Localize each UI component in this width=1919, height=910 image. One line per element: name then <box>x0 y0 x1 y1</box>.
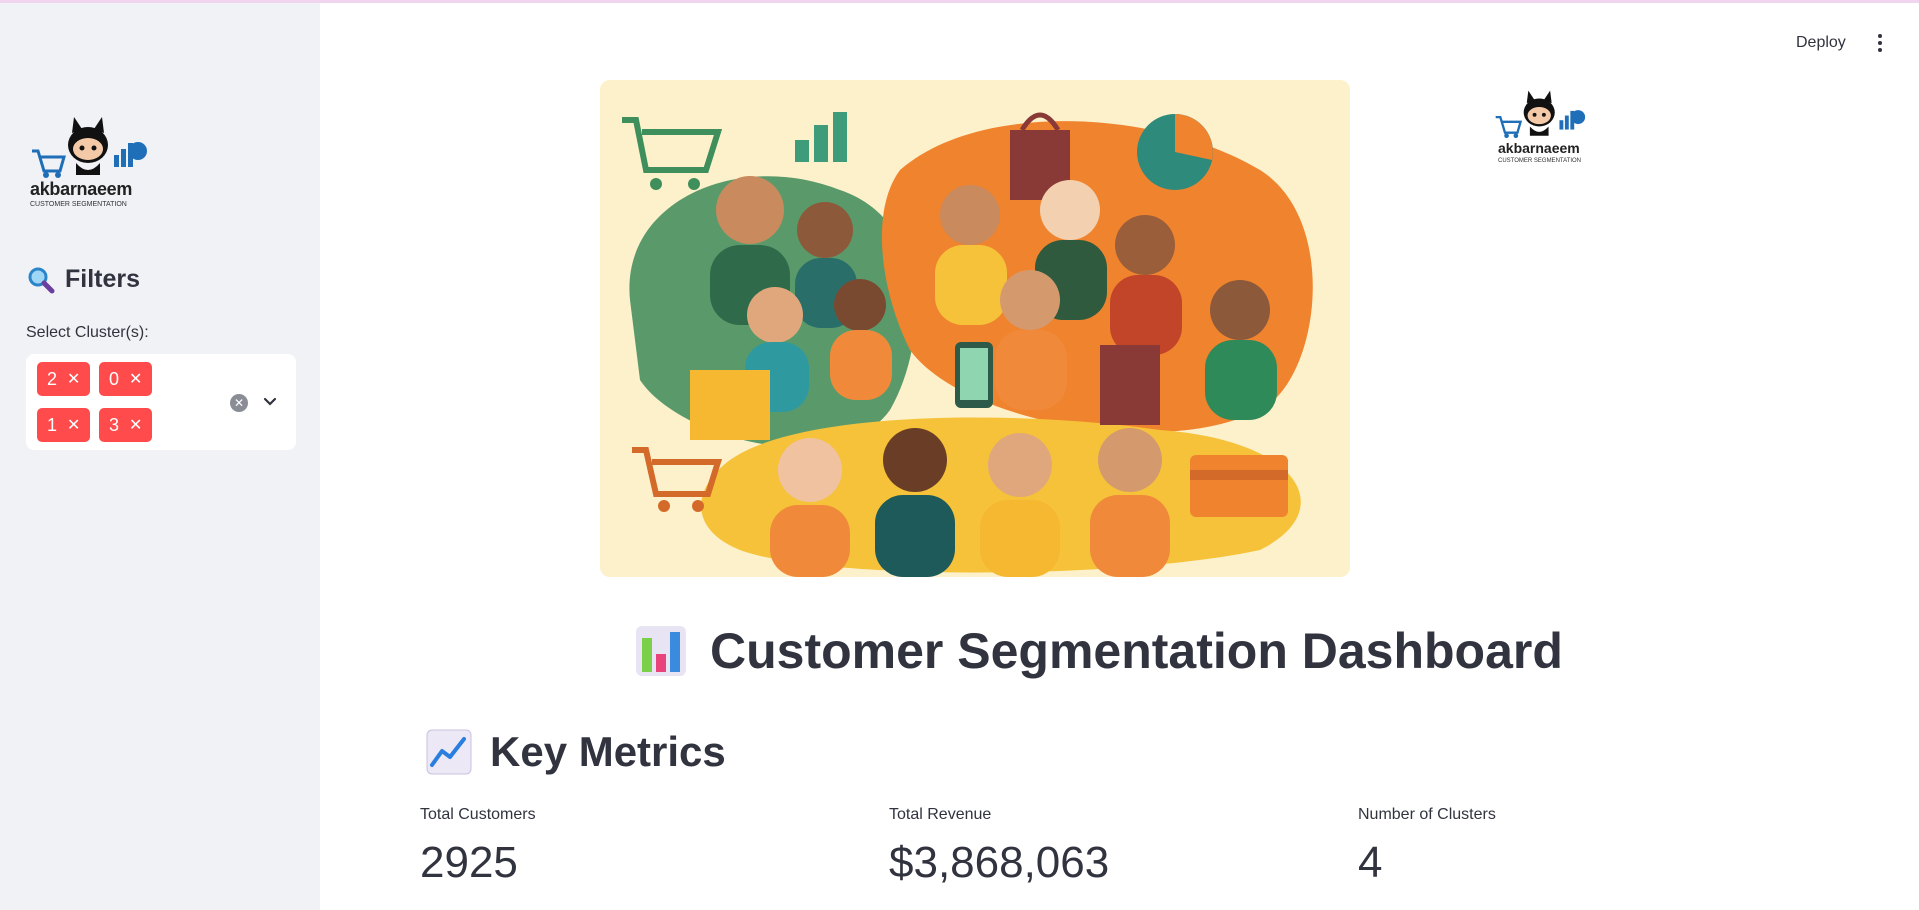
sidebar-logo-tagline: CUSTOMER SEGMENTATION <box>30 201 127 208</box>
cluster-chip[interactable]: 2 ✕ <box>37 362 91 396</box>
metric-total-customers: Total Customers 2925 <box>420 806 536 888</box>
hero-illustration <box>600 80 1350 577</box>
header-logo-tagline: CUSTOMER SEGMENTATION <box>1498 158 1582 164</box>
metric-label: Number of Clusters <box>1358 806 1496 823</box>
select-cluster-label: Select Cluster(s): <box>26 324 149 341</box>
metric-value: 4 <box>1358 838 1383 887</box>
metric-number-of-clusters: Number of Clusters 4 <box>1358 806 1496 888</box>
deploy-button[interactable]: Deploy <box>1792 30 1850 56</box>
page-title-text: Customer Segmentation Dashboard <box>710 623 1563 679</box>
page-title: Customer Segmentation Dashboard <box>634 622 1563 680</box>
octocat-cart-logo-icon <box>1495 90 1586 139</box>
filters-heading: Filters <box>27 265 140 294</box>
clear-all-icon[interactable]: ✕ <box>230 394 248 412</box>
metric-value: $3,868,063 <box>889 838 1110 887</box>
remove-chip-icon[interactable]: ✕ <box>67 415 80 435</box>
metric-value: 2925 <box>420 838 518 887</box>
remove-chip-icon[interactable]: ✕ <box>129 369 142 389</box>
customers-illustration-icon <box>600 80 1350 577</box>
cluster-chip-label: 2 <box>47 368 58 389</box>
cluster-chip[interactable]: 1 ✕ <box>37 408 91 442</box>
metric-label: Total Revenue <box>889 806 992 823</box>
metric-label: Total Customers <box>420 806 536 823</box>
key-metrics-heading-text: Key Metrics <box>490 728 726 775</box>
chevron-down-icon[interactable] <box>260 392 280 412</box>
sidebar: akbarnaeem CUSTOMER SEGMENTATION Filters… <box>0 3 320 910</box>
key-metrics-heading: Key Metrics <box>426 728 726 776</box>
metric-total-revenue: Total Revenue $3,868,063 <box>889 806 1109 888</box>
magnifier-icon <box>28 267 55 293</box>
filters-heading-text: Filters <box>65 265 141 293</box>
remove-chip-icon[interactable]: ✕ <box>129 415 142 435</box>
cluster-chip[interactable]: 3 ✕ <box>99 408 153 442</box>
cluster-chip-label: 0 <box>109 368 120 389</box>
sidebar-logo-name: akbarnaeem <box>30 179 133 199</box>
chart-increasing-icon <box>426 729 472 775</box>
cluster-chip-label: 1 <box>47 414 58 435</box>
header-logo: akbarnaeem CUSTOMER SEGMENTATION <box>1494 86 1586 166</box>
remove-chip-icon[interactable]: ✕ <box>67 369 80 389</box>
header-logo-name: akbarnaeem <box>1498 140 1580 156</box>
cluster-chip-label: 3 <box>109 414 120 435</box>
main-menu-icon[interactable] <box>1870 30 1890 56</box>
sidebar-logo: akbarnaeem CUSTOMER SEGMENTATION <box>30 111 148 215</box>
cluster-chip[interactable]: 0 ✕ <box>99 362 153 396</box>
cluster-multiselect[interactable]: 2 ✕ 0 ✕ 1 ✕ 3 ✕ ✕ <box>26 354 296 450</box>
bar-chart-icon <box>636 626 686 676</box>
